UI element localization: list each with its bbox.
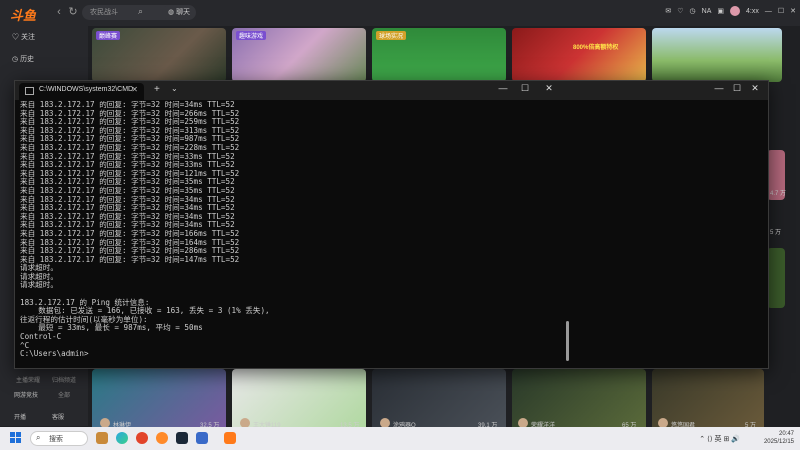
gift-icon[interactable]: ▣ [717,7,724,15]
clock[interactable]: 20:47 2025/12/15 [764,430,794,446]
clock-time: 20:47 [778,431,794,437]
stream-thumbnail[interactable]: 巅峰赛 [92,28,226,82]
status-badge: NA [701,7,712,15]
terminal-icon [25,87,34,95]
file-explorer-icon[interactable] [96,432,108,444]
cmd-window[interactable]: C:\WINDOWS\system32\CMD ✕ + ⌄ — ☐ ✕ — ☐ … [14,80,769,369]
topic-label: 聊天 [176,9,191,16]
windows-start-icon[interactable] [10,432,22,444]
douyu-icon[interactable] [224,432,236,444]
maximize-button[interactable]: ☐ [727,83,747,94]
viewer-count: 4.7 万 [770,191,787,197]
maximize-button[interactable]: ☐ [515,83,535,94]
close-tab-icon[interactable]: ✕ [131,85,138,94]
refresh-icon[interactable]: ↻ [66,5,80,19]
search-icon[interactable]: ⌕ [138,6,143,17]
stream-thumbnail[interactable] [652,28,782,82]
terminal-line: Control-C [20,332,62,342]
terminal-line: C:\Users\admin> [20,349,89,359]
app-icon[interactable] [196,432,208,444]
chevron-down-icon[interactable]: ⌄ [171,84,178,93]
new-tab-button[interactable]: + [154,84,160,95]
taskbar: 搜索 ⌕ ⌃ ⟨⟩ 英 ⊞ 🔊 20:47 2025/12/15 [0,427,800,450]
viewer-count: 5 万 [770,230,782,236]
sidebar-bottom-label[interactable]: 归档频道 [52,375,76,384]
close-button[interactable]: ✕ [539,83,559,94]
cmd-titlebar[interactable]: C:\WINDOWS\system32\CMD ✕ + ⌄ — ☐ ✕ — ☐ … [15,81,768,100]
thumbnail-tag: 趣味游戏 [236,31,267,40]
avatar-icon[interactable] [730,6,740,16]
minimize-button[interactable]: — [709,83,729,93]
edge-icon[interactable] [116,432,128,444]
language-indicator[interactable]: 英 [715,436,722,443]
time-label: 4:xx [746,7,759,15]
sidebar-bottom-label[interactable]: 网游竞技 [14,390,38,399]
terminal-line: 请求超时。 [20,263,58,273]
sidebar-item-follow[interactable]: ♡ 关注 [12,32,35,42]
sidebar-bottom-label[interactable]: 开播 [14,412,26,421]
chrome-icon[interactable] [136,432,148,444]
cmd-tab[interactable]: C:\WINDOWS\system32\CMD ✕ [19,83,144,100]
maximize-icon[interactable]: ☐ [778,7,784,15]
sidebar-item-history[interactable]: ◷ 历史 [12,54,34,64]
sidebar-bottom-label[interactable]: 客服 [52,412,64,421]
app-header: 斗鱼 ‹ ↻ 农民战斗 ⌕ ◍ 聊天 ✉ ♡ ◷ NA ▣ 4:xx — ☐ ✕ [0,0,800,26]
terminal-line: 最短 = 33ms, 最长 = 987ms, 平均 = 50ms [20,323,203,333]
terminal-line: 请求超时。 [20,280,58,290]
thumbnail-tag: 800%倍高额特权 [573,45,619,51]
history-icon[interactable]: ◷ [690,7,696,15]
minimize-icon[interactable]: — [765,8,772,15]
stream-thumbnail[interactable] [767,248,785,308]
thumbnail-tag: 巅峰赛 [96,31,121,40]
stream-thumbnail[interactable]: 800%倍高额特权 [512,28,646,82]
back-icon[interactable]: ‹ [52,5,66,19]
close-icon[interactable]: ✕ [790,7,796,15]
sidebar-bottom-label[interactable]: 主播荣耀 [16,375,40,384]
steam-icon[interactable] [176,432,188,444]
terminal-line: 请求超时。 [20,271,58,281]
message-icon[interactable]: ✉ [665,7,671,15]
firefox-icon[interactable] [156,432,168,444]
top-icons: ✉ ♡ ◷ NA ▣ 4:xx — ☐ ✕ [665,6,796,16]
tray-icons[interactable]: ⌃ ⟨⟩ 英 ⊞ 🔊 [699,434,740,444]
topic-pill[interactable]: ◍ 聊天 [162,5,197,20]
stream-thumbnail[interactable]: 球场实况 [372,28,506,82]
cmd-tab-title: C:\WINDOWS\system32\CMD [39,86,134,93]
thumbnail-tag: 球场实况 [376,31,407,40]
terminal-output[interactable]: 来自 183.2.172.17 的回复: 字节=32 时间=34ms TTL=5… [20,101,555,367]
sidebar-bottom-label[interactable]: 全部 [58,390,70,399]
heart-icon[interactable]: ♡ [677,7,683,15]
minimize-button[interactable]: — [493,83,513,93]
close-button[interactable]: ✕ [745,83,765,94]
terminal-line: ^C [20,340,30,350]
clock-date: 2025/12/15 [763,439,794,445]
terminal-line: 来自 183.2.172.17 的回复: 字节=32 时间=147ms TTL=… [20,254,240,264]
scrollbar[interactable] [566,321,569,361]
app-logo[interactable]: 斗鱼 [10,5,36,24]
stream-thumbnail[interactable]: 趣味游戏 [232,28,366,82]
search-icon: ⌕ [36,433,41,442]
